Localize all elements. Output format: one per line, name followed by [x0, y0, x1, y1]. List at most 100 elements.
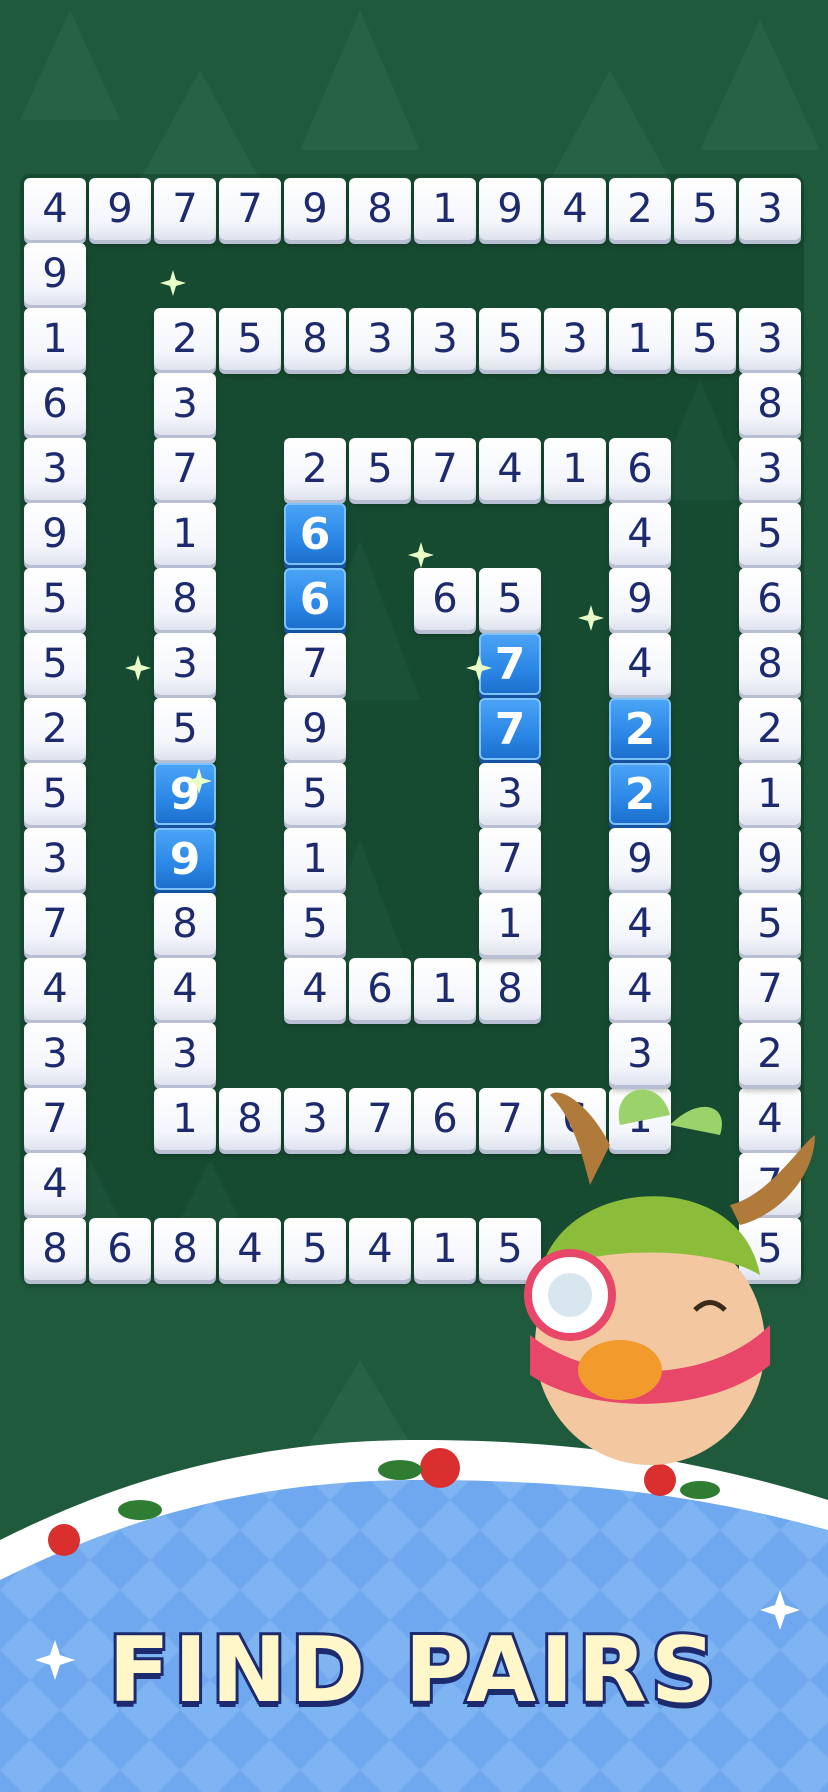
number-tile[interactable]: 9	[609, 568, 671, 630]
number-tile[interactable]: 5	[154, 698, 216, 760]
number-tile[interactable]: 5	[739, 893, 801, 955]
number-tile[interactable]: 5	[674, 308, 736, 370]
number-tile[interactable]: 3	[739, 308, 801, 370]
number-tile[interactable]: 1	[154, 503, 216, 565]
number-tile[interactable]: 8	[154, 568, 216, 630]
number-tile[interactable]: 5	[284, 893, 346, 955]
number-tile[interactable]: 3	[24, 438, 86, 500]
number-tile[interactable]: 6	[89, 1218, 151, 1280]
number-tile[interactable]: 8	[479, 958, 541, 1020]
number-tile[interactable]: 8	[349, 178, 411, 240]
number-tile[interactable]: 1	[544, 438, 606, 500]
number-tile[interactable]: 1	[414, 178, 476, 240]
number-tile[interactable]: 5	[284, 763, 346, 825]
number-tile[interactable]: 8	[739, 633, 801, 695]
number-tile[interactable]: 5	[349, 438, 411, 500]
number-tile[interactable]: 1	[739, 763, 801, 825]
number-tile[interactable]: 4	[609, 958, 671, 1020]
number-tile[interactable]: 7	[219, 178, 281, 240]
number-tile[interactable]: 4	[349, 1218, 411, 1280]
number-tile[interactable]: 3	[414, 308, 476, 370]
number-tile[interactable]: 3	[24, 828, 86, 890]
number-tile[interactable]: 5	[24, 633, 86, 695]
number-tile[interactable]: 3	[739, 178, 801, 240]
number-tile[interactable]: 4	[284, 958, 346, 1020]
number-tile[interactable]: 9	[739, 828, 801, 890]
number-tile[interactable]: 3	[609, 1023, 671, 1085]
selected-number-tile[interactable]: 7	[479, 698, 541, 760]
number-tile[interactable]: 9	[479, 178, 541, 240]
number-tile[interactable]: 4	[24, 1153, 86, 1215]
number-tile[interactable]: 6	[349, 958, 411, 1020]
number-tile[interactable]: 2	[739, 1023, 801, 1085]
number-tile[interactable]: 3	[154, 1023, 216, 1085]
number-tile[interactable]: 7	[24, 1088, 86, 1150]
number-tile[interactable]: 1	[284, 828, 346, 890]
number-tile[interactable]: 5	[24, 568, 86, 630]
number-tile[interactable]: 8	[154, 893, 216, 955]
number-tile[interactable]: 1	[414, 1218, 476, 1280]
selected-number-tile[interactable]: 2	[609, 763, 671, 825]
selected-number-tile[interactable]: 6	[284, 503, 346, 565]
number-tile[interactable]: 6	[609, 438, 671, 500]
number-tile[interactable]: 3	[154, 633, 216, 695]
number-tile[interactable]: 2	[154, 308, 216, 370]
number-tile[interactable]: 3	[349, 308, 411, 370]
number-tile[interactable]: 9	[24, 243, 86, 305]
number-tile[interactable]: 2	[609, 178, 671, 240]
number-tile[interactable]: 6	[739, 568, 801, 630]
number-tile[interactable]: 2	[24, 698, 86, 760]
number-tile[interactable]: 4	[24, 178, 86, 240]
number-tile[interactable]: 3	[284, 1088, 346, 1150]
number-tile[interactable]: 3	[544, 308, 606, 370]
number-tile[interactable]: 9	[284, 698, 346, 760]
number-tile[interactable]: 5	[479, 568, 541, 630]
number-tile[interactable]: 8	[219, 1088, 281, 1150]
number-tile[interactable]: 6	[24, 373, 86, 435]
number-tile[interactable]: 7	[24, 893, 86, 955]
number-tile[interactable]: 4	[24, 958, 86, 1020]
number-tile[interactable]: 2	[284, 438, 346, 500]
number-tile[interactable]: 4	[479, 438, 541, 500]
number-tile[interactable]: 4	[609, 633, 671, 695]
number-tile[interactable]: 8	[24, 1218, 86, 1280]
number-tile[interactable]: 7	[349, 1088, 411, 1150]
selected-number-tile[interactable]: 2	[609, 698, 671, 760]
number-tile[interactable]: 4	[609, 893, 671, 955]
number-tile[interactable]: 8	[284, 308, 346, 370]
number-tile[interactable]: 4	[154, 958, 216, 1020]
number-tile[interactable]: 4	[219, 1218, 281, 1280]
number-tile[interactable]: 1	[479, 893, 541, 955]
number-tile[interactable]: 5	[219, 308, 281, 370]
number-tile[interactable]: 9	[89, 178, 151, 240]
number-tile[interactable]: 5	[674, 178, 736, 240]
number-tile[interactable]: 8	[739, 373, 801, 435]
number-tile[interactable]: 1	[154, 1088, 216, 1150]
number-tile[interactable]: 5	[24, 763, 86, 825]
number-tile[interactable]: 5	[739, 503, 801, 565]
selected-number-tile[interactable]: 9	[154, 828, 216, 890]
number-tile[interactable]: 5	[284, 1218, 346, 1280]
number-tile[interactable]: 2	[739, 698, 801, 760]
number-tile[interactable]: 7	[154, 178, 216, 240]
number-tile[interactable]: 1	[24, 308, 86, 370]
number-tile[interactable]: 1	[414, 958, 476, 1020]
number-tile[interactable]: 3	[24, 1023, 86, 1085]
number-tile[interactable]: 8	[154, 1218, 216, 1280]
number-tile[interactable]: 6	[414, 568, 476, 630]
number-tile[interactable]: 9	[609, 828, 671, 890]
number-tile[interactable]: 7	[284, 633, 346, 695]
number-tile[interactable]: 4	[609, 503, 671, 565]
number-tile[interactable]: 7	[479, 828, 541, 890]
number-tile[interactable]: 7	[739, 958, 801, 1020]
number-tile[interactable]: 3	[739, 438, 801, 500]
number-tile[interactable]: 1	[609, 308, 671, 370]
number-tile[interactable]: 5	[479, 308, 541, 370]
number-tile[interactable]: 7	[414, 438, 476, 500]
number-tile[interactable]: 6	[414, 1088, 476, 1150]
number-tile[interactable]: 4	[544, 178, 606, 240]
number-tile[interactable]: 9	[24, 503, 86, 565]
number-tile[interactable]: 3	[479, 763, 541, 825]
number-tile[interactable]: 7	[154, 438, 216, 500]
number-tile[interactable]: 3	[154, 373, 216, 435]
